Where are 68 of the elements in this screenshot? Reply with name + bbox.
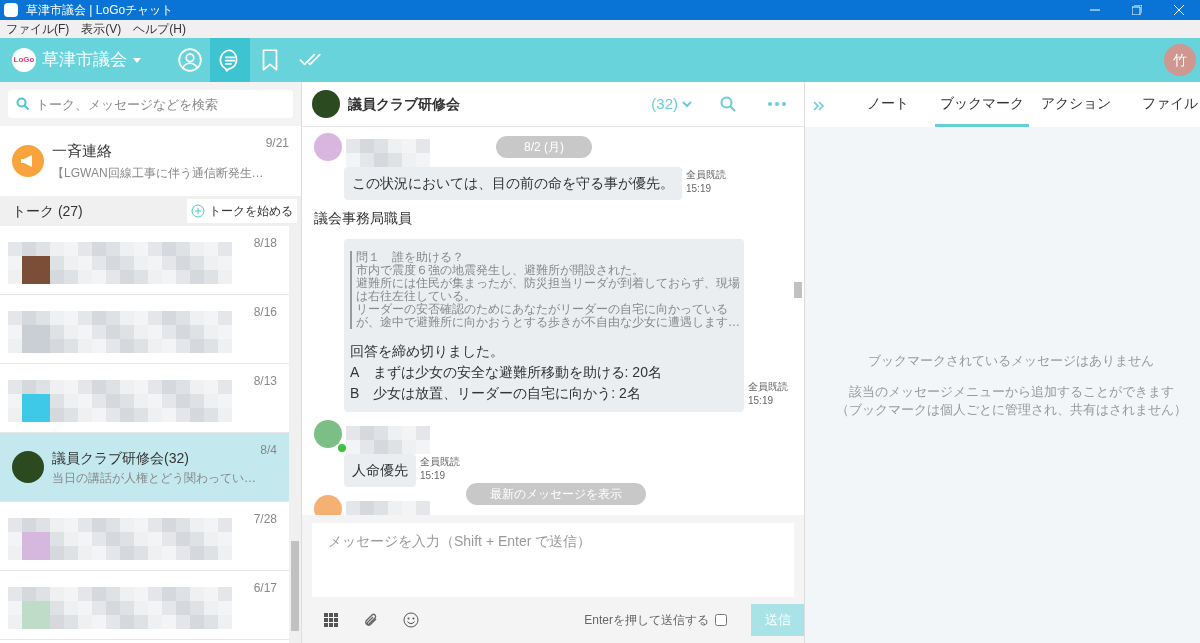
enter-to-send-label: Enterを押して送信する bbox=[584, 612, 709, 629]
talk-item[interactable]: 8/18 bbox=[0, 226, 289, 295]
enter-to-send-checkbox[interactable] bbox=[715, 614, 727, 626]
talk-item[interactable]: 8/16 bbox=[0, 295, 289, 364]
window-title: 草津市議会 | LoGoチャット bbox=[26, 2, 174, 19]
restore-icon[interactable] bbox=[1132, 5, 1142, 15]
start-talk-button[interactable]: トークを始める bbox=[187, 199, 297, 223]
date: 8/18 bbox=[253, 235, 277, 252]
quoted-question: 問１ 誰を助ける？ 市内で震度６強の地震発生し、避難所が開設された。 避難所には住民が集まったが、防災担当リーダが到着しておらず、現場 は右往左往している。 リーダーの安否確認のためにあなたがリーダーの自宅に向かっている が、途中で避難所に向かおうとする歩きが不自由な少女に遭遇します… bbox=[350, 251, 738, 329]
date: 7/28 bbox=[253, 511, 277, 528]
date: 8/4 bbox=[260, 442, 277, 459]
broadcast-item[interactable]: 一斉連絡 【LGWAN回線工事に伴う通信断発生… 9/21 bbox=[0, 126, 301, 196]
panel-tab[interactable]: ノート bbox=[841, 82, 935, 127]
group-avatar bbox=[12, 451, 44, 483]
poll-result-line: 回答を締め切りました。 bbox=[350, 342, 505, 361]
menu-item[interactable]: ファイル(F) bbox=[6, 20, 70, 38]
message-time: 15:19 bbox=[748, 394, 775, 408]
hint-text: 該当のメッセージメニューから追加することができます （ブックマークは個人ごとに管理され、共有はされません） bbox=[835, 382, 1187, 419]
chevron-down-icon bbox=[682, 100, 692, 108]
date: 8/16 bbox=[253, 304, 277, 321]
logo: LoGo bbox=[12, 48, 36, 72]
talk-name: 議員クラブ研修会(32) bbox=[52, 448, 190, 468]
search-icon[interactable] bbox=[720, 96, 736, 112]
message-input[interactable]: メッセージを入力（Shift + Enter で送信） bbox=[312, 523, 794, 597]
double-chevron-icon[interactable] bbox=[813, 101, 825, 111]
sender-name: 議会事務局職員 bbox=[314, 209, 413, 228]
nav-tab[interactable] bbox=[210, 38, 250, 82]
app-logo-icon bbox=[4, 3, 18, 17]
message-time: 15:19 bbox=[686, 182, 713, 196]
close-icon[interactable] bbox=[1174, 5, 1184, 15]
talk-item[interactable]: 7/28 bbox=[0, 502, 289, 571]
poll-result-line: B 少女は放置、リーダーの自宅に向かう: 2名 bbox=[350, 384, 642, 403]
talk-preview: 当日の講話が人権とどう関わってい… bbox=[52, 469, 256, 487]
scrollbar[interactable] bbox=[289, 226, 301, 643]
group-avatar bbox=[312, 90, 340, 118]
caret-icon[interactable] bbox=[133, 57, 141, 63]
read-status: 全員既読 bbox=[686, 168, 726, 182]
date: 9/21 bbox=[265, 135, 289, 152]
panel-tab[interactable]: ブックマーク bbox=[935, 82, 1029, 127]
smiley-icon[interactable] bbox=[403, 612, 419, 628]
message-bubble: この状況においては、目の前の命を守る事が優先。 bbox=[344, 167, 682, 200]
panel-tab[interactable]: ファイル bbox=[1123, 82, 1200, 127]
menu-item[interactable]: 表示(V) bbox=[81, 20, 122, 38]
date: 8/13 bbox=[253, 373, 277, 390]
megaphone-icon bbox=[12, 145, 44, 177]
search-field[interactable]: トーク、メッセージなどを検索 bbox=[8, 90, 293, 118]
broadcast-title: 一斉連絡 bbox=[52, 140, 113, 161]
message-bubble: 人命優先 bbox=[344, 454, 416, 487]
talk-item[interactable]: 6/17 bbox=[0, 571, 289, 640]
chat-title: 議員クラブ研修会 bbox=[348, 94, 460, 114]
read-status: 全員既読 bbox=[748, 380, 788, 394]
menu-item[interactable]: ヘルプ(H) bbox=[133, 20, 186, 38]
poll-result-line: A まずは少女の安全な避難所移動を助ける: 20名 bbox=[350, 363, 663, 382]
panel-tab[interactable]: アクション bbox=[1029, 82, 1123, 127]
empty-message: ブックマークされているメッセージはありません bbox=[868, 352, 1154, 370]
read-status: 全員既読 bbox=[420, 455, 460, 469]
search-icon bbox=[16, 97, 30, 111]
paperclip-icon[interactable] bbox=[363, 612, 379, 628]
grid-icon[interactable] bbox=[324, 612, 339, 628]
talk-count: トーク (27) bbox=[12, 201, 83, 221]
more-icon[interactable] bbox=[768, 102, 786, 106]
date: 6/17 bbox=[253, 580, 277, 597]
broadcast-preview: 【LGWAN回線工事に伴う通信断発生… bbox=[52, 165, 264, 183]
talk-item[interactable]: 8/13 bbox=[0, 364, 289, 433]
person-icon bbox=[177, 47, 203, 73]
message-time: 15:19 bbox=[420, 469, 447, 483]
talk-item[interactable]: 議員クラブ研修会(32) 当日の講話が人権とどう関わってい… 8/4 bbox=[0, 433, 289, 502]
plus-circle-icon bbox=[191, 204, 205, 218]
